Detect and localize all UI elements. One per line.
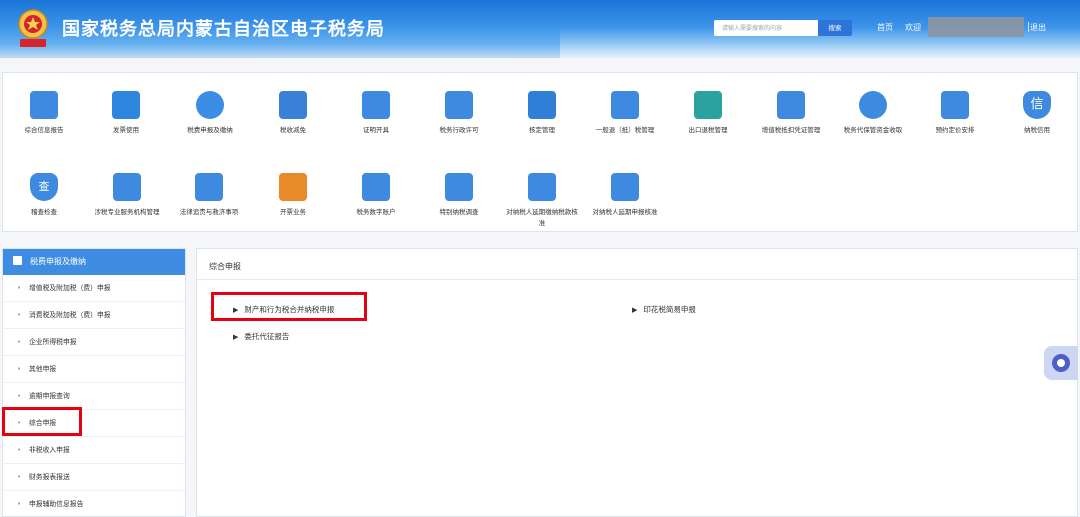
sidebar-item-consumption-tax[interactable]: 消费税及附加税（费）申报	[3, 302, 185, 329]
func-item-report[interactable]: 综合信息报告	[0, 91, 88, 136]
func-item-pricing[interactable]: 预约定价安排	[911, 91, 999, 136]
invoice-icon	[112, 91, 140, 119]
func-item-custody-fund[interactable]: 税务代保管资金收取	[829, 91, 917, 136]
refund-icon	[611, 91, 639, 119]
username-redacted	[928, 17, 1024, 37]
func-label: 发票使用	[113, 126, 139, 134]
func-label: 稽查检查	[31, 208, 57, 216]
func-item-certificate[interactable]: 证明开具	[332, 91, 420, 136]
func-label: 对纳税人延期申报核准	[592, 208, 658, 216]
tax-reduction-icon	[279, 91, 307, 119]
func-item-export-refund[interactable]: 出口退税管理	[664, 91, 752, 136]
page-title: 综合申报	[209, 262, 241, 271]
digital-account-icon	[362, 173, 390, 201]
sidebar: 税费申报及缴纳 增值税及附加税（费）申报 消费税及附加税（费）申报 企业所得税申…	[2, 248, 186, 517]
sidebar-item-financial-statements[interactable]: 财务报表报送	[3, 464, 185, 491]
sidebar-item-auxiliary-info[interactable]: 申报辅助信息报告	[3, 491, 185, 517]
func-item-special-investigation[interactable]: 特别纳税调查	[415, 173, 503, 218]
logout-link[interactable]: 退出	[1030, 22, 1046, 33]
sidebar-item-non-tax-income[interactable]: 非税收入申报	[3, 437, 185, 464]
welcome-text: 欢迎	[905, 23, 921, 32]
chat-bubble-dot	[1057, 359, 1065, 367]
func-label: 综合信息报告	[24, 126, 64, 134]
func-item-vat-deduction[interactable]: 增值税抵扣凭证管理	[747, 91, 835, 136]
func-label: 税务代保管资金收取	[843, 126, 903, 134]
assessment-icon	[528, 91, 556, 119]
home-link[interactable]: 首页	[877, 22, 893, 33]
func-item-legal[interactable]: 法律追责与救济事项	[165, 173, 253, 218]
tax-emblem-icon	[18, 9, 48, 47]
func-item-assessment[interactable]: 核定管理	[498, 91, 586, 136]
ticketing-icon	[279, 173, 307, 201]
func-label: 税收减免	[280, 126, 306, 134]
func-label: 法律追责与救济事项	[179, 208, 239, 216]
link-entrusted-collection[interactable]: ▶ 委托代征报告	[233, 331, 289, 342]
highlight-box	[211, 292, 367, 321]
func-item-inspection[interactable]: 查 稽查检查	[0, 173, 88, 218]
legal-icon	[195, 173, 223, 201]
admin-permit-icon	[445, 91, 473, 119]
search-button[interactable]: 搜索	[818, 20, 852, 36]
sidebar-item-corporate-income-tax[interactable]: 企业所得税申报	[3, 329, 185, 356]
credit-icon: 信	[1023, 91, 1051, 119]
chat-assistant-icon[interactable]	[1044, 346, 1078, 380]
vat-deduction-icon	[777, 91, 805, 119]
func-label: 核定管理	[529, 126, 555, 134]
func-item-deferred-filing[interactable]: 对纳税人延期申报核准	[581, 173, 669, 218]
sidebar-title: 税费申报及缴纳	[30, 257, 86, 266]
func-label: 税务行政许可	[439, 126, 479, 134]
func-item-credit[interactable]: 信 纳税信用	[993, 91, 1080, 136]
func-item-invoice[interactable]: 发票使用	[82, 91, 170, 136]
func-label: 增值税抵扣凭证管理	[761, 126, 821, 134]
link-label: 印花税简易申报	[643, 305, 696, 314]
triangle-right-icon: ▶	[632, 306, 638, 314]
func-label: 证明开具	[363, 126, 389, 134]
link-label: 委托代征报告	[244, 332, 290, 341]
link-stamp-duty[interactable]: ▶ 印花税简易申报	[632, 304, 696, 315]
func-label: 开票业务	[280, 208, 306, 216]
func-label: 税务数字账户	[356, 208, 396, 216]
func-item-tax-payment[interactable]: 税费申报及缴纳	[166, 91, 254, 136]
func-label: 预约定价安排	[935, 126, 975, 134]
sidebar-item-vat[interactable]: 增值税及附加税（费）申报	[3, 275, 185, 302]
sidebar-header: 税费申报及缴纳	[3, 249, 185, 275]
custody-fund-icon	[859, 91, 887, 119]
func-label: 出口退税管理	[688, 126, 728, 134]
func-item-ticketing[interactable]: 开票业务	[249, 173, 337, 218]
special-investigation-icon	[445, 173, 473, 201]
func-label: 特别纳税调查	[439, 208, 479, 216]
triangle-right-icon: ▶	[233, 333, 239, 341]
func-item-digital-account[interactable]: 税务数字账户	[332, 173, 420, 218]
func-item-admin-permit[interactable]: 税务行政许可	[415, 91, 503, 136]
agency-icon	[113, 173, 141, 201]
function-panel: 综合信息报告 发票使用 税费申报及缴纳 税收减免 证明开具 税务行政许可 核定管…	[2, 72, 1078, 232]
func-label: 一般退（抵）税管理	[595, 126, 655, 134]
export-refund-icon	[694, 91, 722, 119]
header-divider	[1028, 22, 1029, 32]
certificate-icon	[362, 91, 390, 119]
search-input[interactable]	[714, 20, 818, 36]
func-label: 对纳税人延期缴纳税款核准	[506, 208, 578, 227]
func-item-agency[interactable]: 涉税专业服务机构管理	[83, 173, 171, 218]
func-item-deferred-payment[interactable]: 对纳税人延期缴纳税款核准	[498, 173, 586, 229]
sidebar-item-other[interactable]: 其他申报	[3, 356, 185, 383]
deferred-filing-icon	[611, 173, 639, 201]
pricing-icon	[941, 91, 969, 119]
title-divider	[197, 279, 1077, 280]
highlight-box	[2, 407, 82, 436]
report-icon	[30, 91, 58, 119]
site-header: 国家税务总局内蒙古自治区电子税务局 搜索 首页 欢迎 退出	[0, 0, 1080, 58]
func-label: 涉税专业服务机构管理	[94, 208, 160, 216]
menu-icon	[13, 256, 22, 265]
sidebar-item-overdue-query[interactable]: 逾期申报查询	[3, 383, 185, 410]
main-panel: 综合申报 ▶ 财产和行为税合并纳税申报 ▶ 印花税简易申报 ▶ 委托代征报告	[196, 248, 1078, 517]
func-item-refund[interactable]: 一般退（抵）税管理	[581, 91, 669, 136]
func-label: 税费申报及缴纳	[187, 126, 233, 134]
deferred-payment-icon	[528, 173, 556, 201]
func-label: 纳税信用	[1024, 126, 1050, 134]
tax-payment-icon	[196, 91, 224, 119]
inspection-icon: 查	[30, 173, 58, 201]
site-title: 国家税务总局内蒙古自治区电子税务局	[62, 19, 385, 40]
func-item-tax-reduction[interactable]: 税收减免	[249, 91, 337, 136]
